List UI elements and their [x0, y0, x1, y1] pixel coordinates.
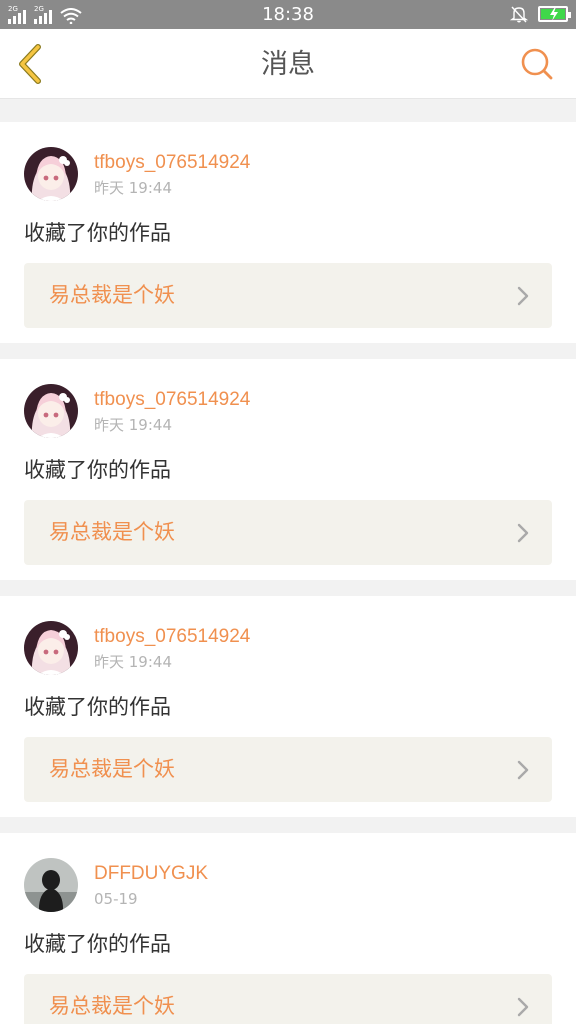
chevron-right-icon	[517, 286, 529, 306]
work-link[interactable]: 易总裁是个妖	[24, 500, 552, 565]
message-action: 收藏了你的作品	[24, 695, 171, 719]
header-bar: 消息	[0, 29, 576, 99]
page-title: 消息	[261, 49, 315, 80]
avatar[interactable]	[24, 384, 78, 438]
message-action: 收藏了你的作品	[24, 458, 171, 482]
bell-muted-icon	[510, 6, 528, 23]
battery-icon	[538, 6, 571, 22]
work-title: 易总裁是个妖	[49, 520, 175, 544]
message-action: 收藏了你的作品	[24, 221, 171, 245]
message-time: 昨天 19:44	[94, 653, 172, 671]
work-link[interactable]: 易总裁是个妖	[24, 737, 552, 802]
username[interactable]: tfboys_076514924	[94, 151, 250, 175]
message-action: 收藏了你的作品	[24, 932, 171, 956]
username[interactable]: tfboys_076514924	[94, 388, 250, 412]
work-title: 易总裁是个妖	[49, 994, 175, 1018]
chevron-right-icon	[517, 760, 529, 780]
status-bar: 2G 2G 18:38	[0, 0, 576, 29]
work-link[interactable]: 易总裁是个妖	[24, 974, 552, 1024]
anime-girl-avatar-image	[24, 384, 78, 438]
anime-girl-avatar-image	[24, 621, 78, 675]
message-time: 昨天 19:44	[94, 416, 172, 434]
message-card: tfboys_076514924 昨天 19:44 收藏了你的作品 易总裁是个妖	[0, 122, 576, 343]
message-time: 05-19	[94, 890, 138, 908]
message-card: tfboys_076514924 昨天 19:44 收藏了你的作品 易总裁是个妖	[0, 596, 576, 817]
avatar[interactable]	[24, 147, 78, 201]
avatar[interactable]	[24, 858, 78, 912]
message-card: tfboys_076514924 昨天 19:44 收藏了你的作品 易总裁是个妖	[0, 359, 576, 580]
work-link[interactable]: 易总裁是个妖	[24, 263, 552, 328]
status-time: 18:38	[262, 4, 314, 25]
chevron-right-icon	[517, 523, 529, 543]
work-title: 易总裁是个妖	[49, 757, 175, 781]
work-title: 易总裁是个妖	[49, 283, 175, 307]
anime-girl-avatar-image	[24, 147, 78, 201]
message-time: 昨天 19:44	[94, 179, 172, 197]
message-list: tfboys_076514924 昨天 19:44 收藏了你的作品 易总裁是个妖…	[0, 106, 576, 1024]
chevron-right-icon	[517, 997, 529, 1017]
message-card: DFFDUYGJK 05-19 收藏了你的作品 易总裁是个妖	[0, 833, 576, 1024]
status-right	[510, 5, 571, 23]
username[interactable]: DFFDUYGJK	[94, 862, 208, 886]
silhouette-avatar-image	[24, 858, 78, 912]
username[interactable]: tfboys_076514924	[94, 625, 250, 649]
avatar[interactable]	[24, 621, 78, 675]
search-button[interactable]	[520, 47, 554, 81]
